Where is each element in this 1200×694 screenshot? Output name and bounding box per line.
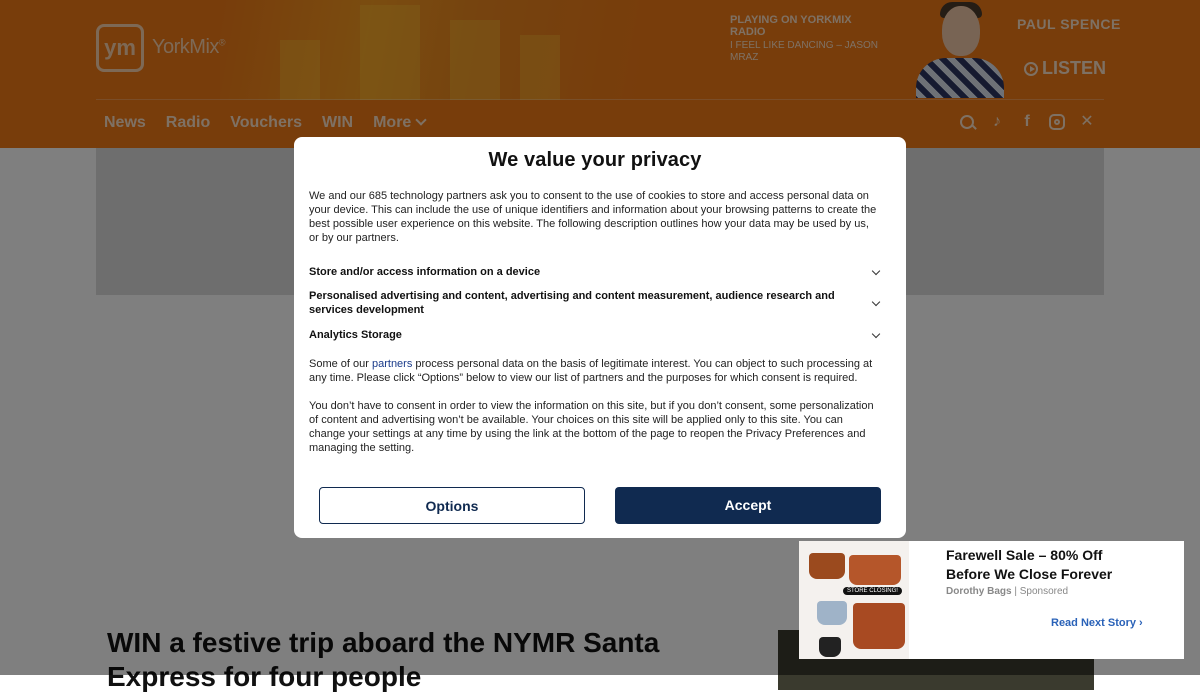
consent-buttons: Options Accept: [319, 487, 881, 524]
read-next-story-link[interactable]: Read Next Story ›: [1051, 617, 1143, 629]
options-button[interactable]: Options: [319, 487, 585, 524]
partners-link[interactable]: partners: [372, 358, 412, 370]
purpose-storage-label: Store and/or access information on a dev…: [309, 266, 541, 278]
consent-intro: We and our 685 technology partners ask y…: [309, 190, 877, 244]
legitimate-interest-text: Some of our partners process personal da…: [309, 358, 873, 384]
consent-title: We value your privacy: [488, 149, 702, 171]
purpose-analytics[interactable]: Analytics Storage: [309, 328, 881, 342]
sponsored-card[interactable]: STORE CLOSING! Farewell Sale – 80% Off B…: [799, 541, 1184, 659]
store-closing-tag: STORE CLOSING!: [843, 587, 902, 595]
sponsored-image[interactable]: STORE CLOSING!: [799, 541, 909, 659]
chevron-down-icon: [871, 329, 881, 339]
sponsored-source: Dorothy Bags | Sponsored: [946, 586, 1069, 597]
consent-dialog: We value your privacy We and our 685 tec…: [294, 137, 906, 538]
purpose-storage[interactable]: Store and/or access information on a dev…: [309, 265, 881, 279]
no-consent-text: You don’t have to consent in order to vi…: [309, 400, 874, 454]
purpose-advertising[interactable]: Personalised advertising and content, ad…: [309, 289, 881, 317]
purpose-advertising-label: Personalised advertising and content, ad…: [309, 290, 835, 316]
sponsored-title[interactable]: Farewell Sale – 80% Off Before We Close …: [946, 546, 1146, 584]
accept-button[interactable]: Accept: [615, 487, 881, 524]
chevron-down-icon: [871, 266, 881, 276]
chevron-down-icon: [871, 297, 881, 307]
purpose-analytics-label: Analytics Storage: [309, 329, 402, 341]
